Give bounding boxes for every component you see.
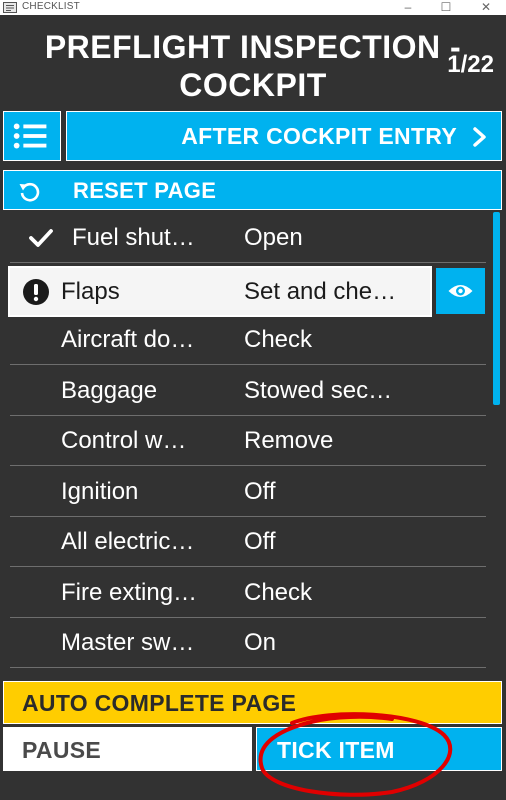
checklist-app: PREFLIGHT INSPECTION - COCKPIT 1/22 AFTE…	[0, 15, 506, 800]
checklist-item-value: Set and che…	[244, 278, 397, 305]
checklist-item-value: Off	[244, 478, 276, 505]
view-details-button[interactable]	[436, 268, 485, 314]
checklist-item-name: Master sw…	[61, 629, 195, 656]
checklist-item-value: Remove	[244, 427, 334, 454]
app-icon	[3, 2, 17, 13]
checklist-item-value: Off	[244, 528, 276, 555]
list-scrollbar[interactable]	[493, 212, 500, 405]
checklist-row-current[interactable]: Flaps Set and che…	[8, 266, 432, 317]
checklist-item-name: Fire exting…	[61, 579, 198, 606]
checklist-item-name: Flaps	[61, 278, 120, 305]
tick-item-label: TICK ITEM	[277, 737, 395, 763]
checklist-item-name: Ignition	[61, 478, 139, 505]
maximize-button[interactable]: ☐	[432, 0, 460, 15]
page-header: PREFLIGHT INSPECTION - COCKPIT 1/22	[0, 15, 506, 108]
tick-item-button[interactable]: TICK ITEM	[256, 727, 502, 771]
reset-page-button[interactable]: RESET PAGE	[3, 170, 502, 210]
checklist-menu-button[interactable]	[3, 111, 61, 161]
auto-complete-page-button[interactable]: AUTO COMPLETE PAGE	[3, 681, 502, 724]
minimize-button[interactable]: –	[394, 0, 422, 15]
checklist-list: Fuel shut… Open Flaps Set and che… Aircr…	[0, 210, 506, 680]
list-icon	[13, 123, 47, 149]
checklist-row[interactable]: Baggage Stowed sec…	[10, 365, 486, 416]
checklist-item-name: Fuel shut…	[72, 224, 195, 251]
checklist-row[interactable]: Aircraft do… Check	[10, 314, 486, 365]
checklist-row[interactable]: Ignition Off	[10, 466, 486, 517]
next-section-button[interactable]: AFTER COCKPIT ENTRY	[66, 111, 502, 161]
reset-icon	[19, 182, 40, 202]
checklist-item-name: All electric…	[61, 528, 195, 555]
checklist-item-value: Open	[244, 224, 303, 251]
checklist-row[interactable]: Fire exting… Check	[10, 567, 486, 618]
close-button[interactable]: ✕	[472, 0, 500, 15]
checklist-item-name: Baggage	[61, 377, 158, 404]
checklist-row[interactable]: Fuel shut… Open	[10, 212, 486, 263]
page-title: PREFLIGHT INSPECTION - COCKPIT	[0, 28, 506, 104]
page-title-line2: COCKPIT	[179, 67, 327, 103]
pause-button[interactable]: PAUSE	[3, 727, 252, 771]
checklist-item-value: Check	[244, 579, 313, 606]
checkmark-icon	[29, 229, 53, 247]
checklist-item-value: Check	[244, 326, 313, 353]
checklist-item-name: Control w…	[61, 427, 187, 454]
auto-complete-label: AUTO COMPLETE PAGE	[22, 690, 297, 716]
checklist-item-value: On	[244, 629, 277, 656]
next-section-label: AFTER COCKPIT ENTRY	[181, 123, 457, 149]
page-title-line1: PREFLIGHT INSPECTION -	[44, 29, 462, 65]
window-title: CHECKLIST	[22, 1, 80, 12]
reset-page-label: RESET PAGE	[73, 178, 217, 203]
checklist-row[interactable]: Master sw… On	[10, 617, 486, 668]
window-titlebar: CHECKLIST – ☐ ✕	[0, 0, 506, 15]
pause-label: PAUSE	[22, 737, 102, 763]
checklist-item-value: Stowed sec…	[244, 377, 393, 404]
checklist-item-name: Aircraft do…	[61, 326, 195, 353]
chevron-right-icon	[473, 127, 486, 147]
alert-icon	[23, 279, 49, 305]
checklist-row[interactable]: Control w… Remove	[10, 415, 486, 466]
eye-icon	[448, 285, 473, 297]
checklist-row[interactable]: All electric… Off	[10, 516, 486, 567]
page-indicator: 1/22	[447, 51, 494, 78]
